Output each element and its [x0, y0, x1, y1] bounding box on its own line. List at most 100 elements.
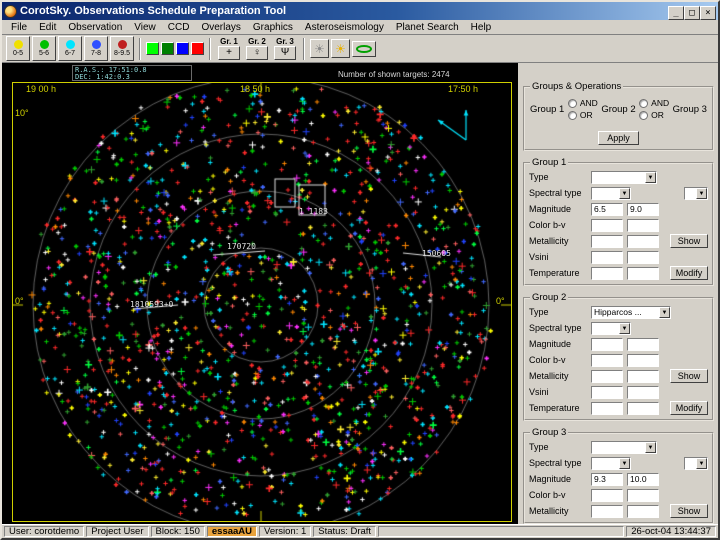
menu-observation[interactable]: Observation — [62, 22, 128, 33]
metallicity-field[interactable] — [627, 234, 659, 248]
titlebar: CorotSky. Observations Schedule Preparat… — [2, 2, 718, 21]
magnitude-filter-button-8-9-5[interactable]: 8-9.5 — [110, 36, 134, 61]
magnitude-range-label: 6-7 — [64, 50, 76, 57]
color-b-v-field[interactable] — [591, 488, 623, 502]
show-button-group-1[interactable]: Show — [670, 234, 708, 248]
metallicity-field[interactable] — [591, 234, 623, 248]
show-button-group-3[interactable]: Show — [670, 504, 708, 518]
color-swatch-button-2[interactable] — [161, 42, 174, 55]
magnitude-field[interactable] — [627, 337, 659, 351]
temperature-field[interactable] — [627, 266, 659, 280]
spectral-type-label: Spectral type — [529, 188, 582, 198]
declination-label-1: 10° — [15, 108, 29, 118]
magnitude-filter-button-5-6[interactable]: 5-6 — [32, 36, 56, 61]
color-b-v-field[interactable] — [627, 488, 659, 502]
type-combobox[interactable]: ▼ — [591, 440, 657, 454]
spectral-type-combobox[interactable]: ▼ — [591, 456, 631, 470]
combo-value — [592, 172, 645, 183]
menu-asteroseismology[interactable]: Asteroseismology — [299, 22, 390, 33]
andor-1-or-radio[interactable] — [567, 110, 577, 120]
menu-edit[interactable]: Edit — [33, 22, 62, 33]
color-swatch-button-1[interactable] — [146, 42, 159, 55]
spectral-type-label: Spectral type — [529, 458, 582, 468]
color-swatch-button-4[interactable] — [191, 42, 204, 55]
metallicity-field[interactable] — [591, 369, 623, 383]
sun-gray-button[interactable]: ☀ — [310, 39, 329, 58]
andor-2-or-radio[interactable] — [639, 110, 649, 120]
combo-value — [592, 458, 619, 469]
dec-readout: DEC: 1:42:0.3 — [75, 73, 130, 81]
apply-button[interactable]: Apply — [598, 131, 639, 145]
metallicity-label: Metallicity — [529, 506, 569, 516]
target-annotation-3: 150605 — [422, 249, 451, 258]
magnitude-field[interactable]: 10.0 — [627, 472, 659, 486]
color-b-v-field[interactable] — [627, 218, 659, 232]
menu-ccd[interactable]: CCD — [162, 22, 196, 33]
modify-button-group-2[interactable]: Modify — [670, 401, 708, 415]
group-2-row-metallicity: Metallicity Show — [527, 368, 710, 384]
temperature-field[interactable] — [591, 401, 623, 415]
color-b-v-label: Color b-v — [529, 490, 566, 500]
magnitude-field[interactable]: 6.5 — [591, 202, 623, 216]
vsini-field[interactable] — [627, 385, 659, 399]
temperature-field[interactable] — [627, 401, 659, 415]
menu-view[interactable]: View — [128, 22, 162, 33]
menu-help[interactable]: Help — [465, 22, 498, 33]
minimize-button[interactable]: _ — [668, 6, 684, 21]
modify-button-group-1[interactable]: Modify — [670, 266, 708, 280]
spectral-type-combobox[interactable]: ▼ — [684, 186, 708, 200]
hour-label-1: 19 00 h — [26, 84, 57, 94]
combo-value: Hipparcos ... — [594, 306, 642, 317]
block-segment: Block: 150 — [150, 526, 205, 537]
type-label: Type — [529, 172, 549, 182]
vsini-field[interactable] — [591, 250, 623, 264]
app-icon — [4, 4, 17, 18]
version-segment: Version: 1 — [259, 526, 312, 537]
vsini-field[interactable] — [591, 385, 623, 399]
magnitude-filter-button-7-8[interactable]: 7-8 — [84, 36, 108, 61]
group-tool-button-3[interactable]: Ψ — [274, 46, 296, 60]
andor-1-and-radio[interactable] — [567, 98, 577, 108]
color-b-v-field[interactable] — [591, 353, 623, 367]
show-button-group-2[interactable]: Show — [670, 369, 708, 383]
chevron-down-icon: ▼ — [645, 441, 656, 453]
toolbar: 0-5 5-6 6-7 7-8 8-9.5 Gr. 1 + Gr. 2 ♀ Gr. 3 Ψ ☀ ☀ — [2, 35, 718, 63]
close-button[interactable]: × — [700, 6, 716, 21]
type-combobox[interactable]: Hipparcos ... ▼ — [591, 305, 671, 319]
magnitude-filter-button-0-5[interactable]: 0-5 — [6, 36, 30, 61]
group-tool-button-2[interactable]: ♀ — [246, 46, 268, 60]
color-b-v-label: Color b-v — [529, 220, 566, 230]
chevron-down-icon: ▼ — [619, 457, 630, 469]
menu-overlays[interactable]: Overlays — [195, 22, 246, 33]
magnitude-field[interactable]: 9.0 — [627, 202, 659, 216]
magnitude-filter-button-6-7[interactable]: 6-7 — [58, 36, 82, 61]
spectral-type-combobox[interactable]: ▼ — [591, 186, 631, 200]
sun-yellow-button[interactable]: ☀ — [331, 39, 350, 58]
temperature-label: Temperature — [529, 268, 580, 278]
temperature-field[interactable] — [591, 266, 623, 280]
spectral-type-combobox[interactable]: ▼ — [684, 456, 708, 470]
maximize-button[interactable]: □ — [684, 6, 700, 21]
metallicity-field[interactable] — [627, 369, 659, 383]
spectral-type-combobox[interactable]: ▼ — [591, 321, 631, 335]
group-tool-button-1[interactable]: + — [218, 46, 240, 60]
type-label: Type — [529, 442, 549, 452]
menu-graphics[interactable]: Graphics — [247, 22, 299, 33]
ellipse-overlay-button[interactable] — [352, 40, 376, 57]
color-swatch-button-3[interactable] — [176, 42, 189, 55]
color-b-v-field[interactable] — [591, 218, 623, 232]
menu-planet-search[interactable]: Planet Search — [390, 22, 465, 33]
group-header-label: Gr. 2 — [248, 37, 266, 46]
magnitude-field[interactable]: 9.3 — [591, 472, 623, 486]
andor-2-and-radio[interactable] — [639, 98, 649, 108]
metallicity-field[interactable] — [627, 504, 659, 518]
vsini-field[interactable] — [627, 250, 659, 264]
group-3-row-magnitude: Magnitude 9.3 10.0 — [527, 471, 710, 487]
sky-map-canvas[interactable] — [12, 82, 512, 522]
color-b-v-field[interactable] — [627, 353, 659, 367]
menu-file[interactable]: File — [5, 22, 33, 33]
declination-label-3: 0° — [496, 296, 505, 306]
magnitude-field[interactable] — [591, 337, 623, 351]
type-combobox[interactable]: ▼ — [591, 170, 657, 184]
metallicity-field[interactable] — [591, 504, 623, 518]
